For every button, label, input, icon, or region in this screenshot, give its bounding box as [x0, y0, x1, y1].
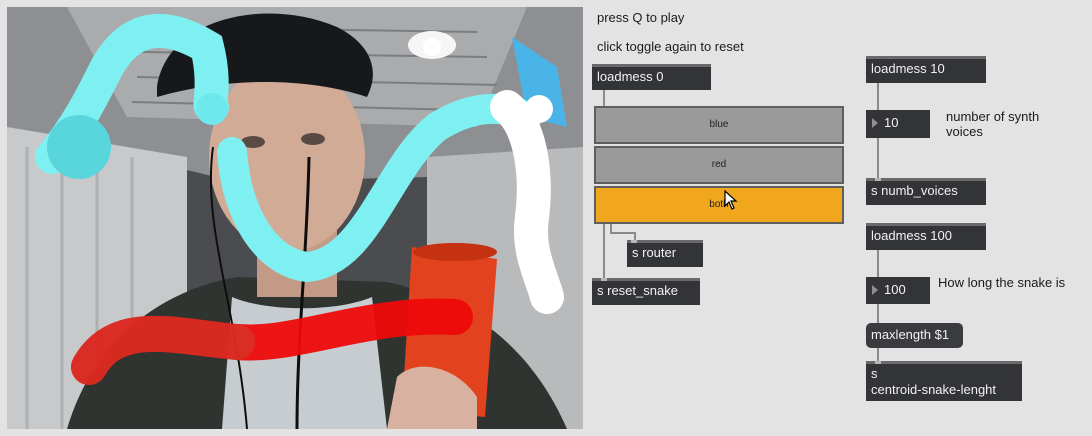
patch-cord: [877, 303, 879, 323]
patch-cord: [877, 248, 879, 278]
camera-frame: [7, 7, 583, 429]
s-router-object[interactable]: s router: [627, 240, 703, 267]
patch-cord: [610, 232, 636, 234]
s-centroid-line1: s: [871, 366, 878, 381]
voices-number-value: 10: [884, 115, 899, 130]
inlet: [631, 240, 637, 243]
synth-voices-comment: number of synth voices: [946, 109, 1040, 139]
inlet: [601, 278, 607, 281]
maxlength-message[interactable]: maxlength $1: [866, 323, 963, 348]
number-arrow-icon: [872, 285, 878, 295]
s-centroid-line2: centroid-snake-lenght: [871, 382, 997, 397]
inlet: [875, 178, 881, 181]
patch-cord: [877, 346, 879, 362]
red-toggle-button[interactable]: red: [594, 146, 844, 184]
mouse-cursor-icon: [724, 190, 738, 210]
s-centroid-snake-object[interactable]: s centroid-snake-lenght: [866, 361, 1022, 401]
s-reset-snake-object[interactable]: s reset_snake: [592, 278, 700, 305]
patch-cord: [603, 88, 605, 106]
press-q-comment: press Q to play: [597, 10, 685, 25]
blue-toggle-button[interactable]: blue: [594, 106, 844, 144]
inlet: [875, 361, 881, 364]
voices-number-box[interactable]: 10: [866, 110, 930, 138]
patch-cord: [634, 232, 636, 240]
loadmess-100-object[interactable]: loadmess 100: [866, 223, 986, 250]
length-number-box[interactable]: 100: [866, 277, 930, 304]
loadmess-10-object[interactable]: loadmess 10: [866, 56, 986, 83]
click-toggle-comment: click toggle again to reset: [597, 39, 744, 54]
loadmess-0-object[interactable]: loadmess 0: [592, 64, 711, 90]
video-display: [7, 7, 583, 429]
number-arrow-icon: [872, 118, 878, 128]
s-numb-voices-object[interactable]: s numb_voices: [866, 178, 986, 205]
patch-cord: [877, 82, 879, 110]
patch-cord: [603, 224, 605, 279]
length-number-value: 100: [884, 282, 906, 297]
snake-length-comment: How long the snake is: [938, 275, 1066, 290]
patch-cord: [877, 138, 879, 180]
both-toggle-button[interactable]: both: [594, 186, 844, 224]
